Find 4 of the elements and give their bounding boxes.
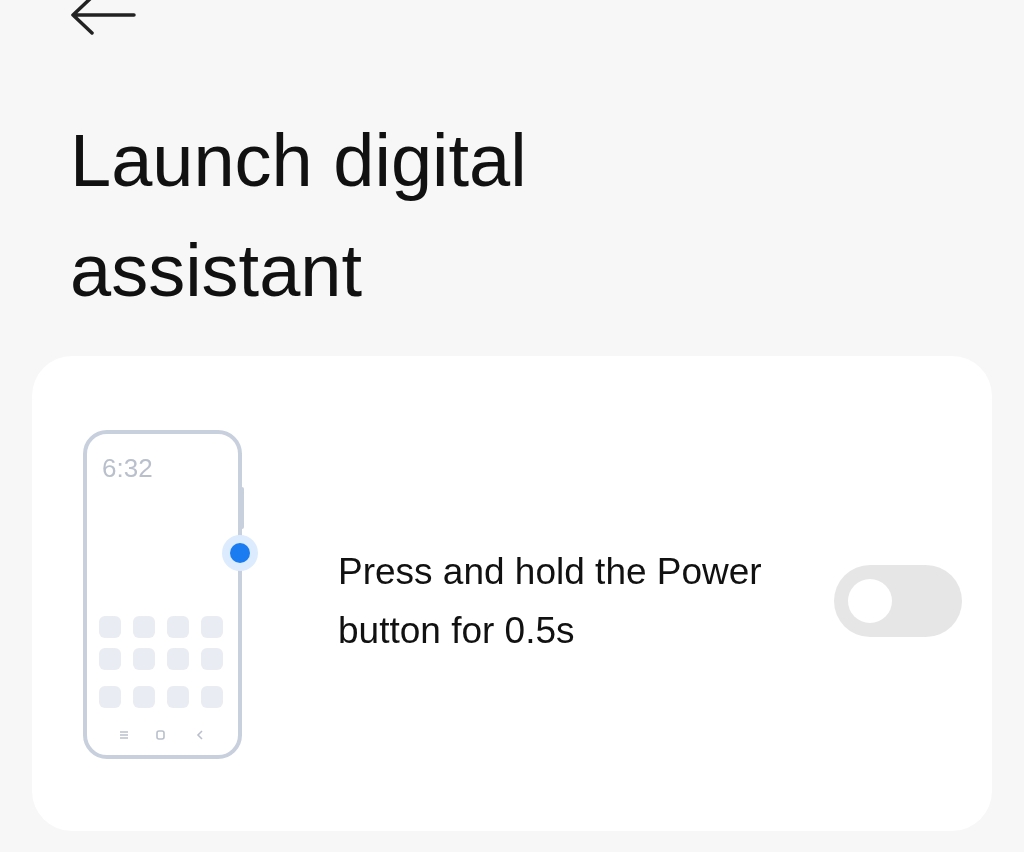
setting-label: Press and hold the Power button for 0.5s	[338, 549, 763, 653]
back-icon[interactable]	[70, 0, 136, 36]
clock-text: 6:32	[102, 452, 153, 483]
page-title: Launch digital assistant	[70, 118, 528, 314]
